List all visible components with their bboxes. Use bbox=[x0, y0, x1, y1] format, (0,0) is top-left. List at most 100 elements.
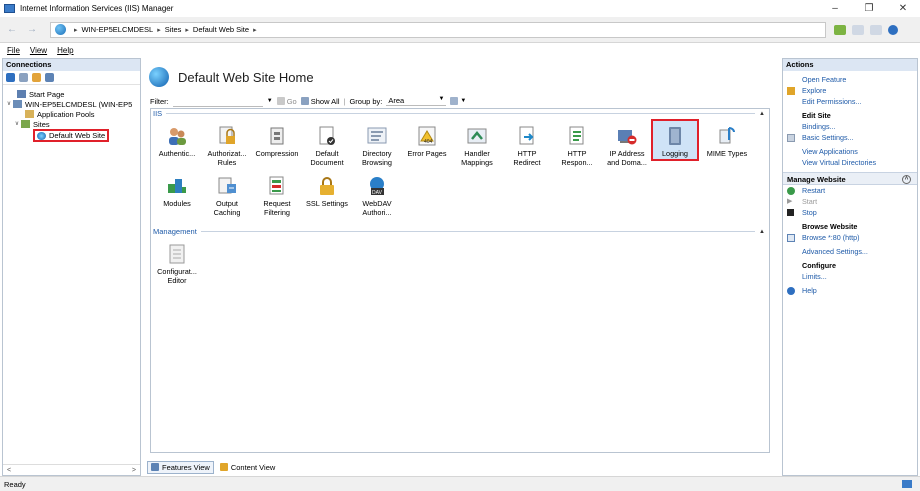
feature-directory-browsing[interactable]: Directory Browsing bbox=[353, 125, 401, 167]
save-icon[interactable] bbox=[19, 73, 28, 82]
manage-website-header[interactable]: Manage Website ˄ bbox=[783, 172, 917, 185]
feature-error-pages[interactable]: 404 Error Pages bbox=[403, 125, 451, 159]
collapse-icon[interactable]: ▲ bbox=[759, 229, 765, 235]
mail-icon[interactable] bbox=[852, 24, 864, 35]
tab-features-view[interactable]: Features View bbox=[147, 460, 214, 474]
action-view-virtual-directories[interactable]: View Virtual Directories bbox=[783, 157, 917, 168]
menu-help[interactable]: Help bbox=[57, 46, 73, 55]
tab-content-view[interactable]: Content View bbox=[217, 462, 278, 473]
group-header-iis[interactable]: IIS ▲ bbox=[153, 109, 765, 118]
feature-webdav-authoring[interactable]: DAV WebDAV Authori... bbox=[353, 175, 401, 217]
collapse-icon[interactable]: ˄ bbox=[902, 175, 911, 184]
maximize-button[interactable]: ❐ bbox=[852, 0, 886, 17]
feature-label: SSL Settings bbox=[306, 199, 348, 208]
action-stop[interactable]: Stop bbox=[783, 207, 917, 218]
go-button[interactable]: Go bbox=[276, 97, 297, 106]
menu-file[interactable]: File bbox=[7, 46, 20, 55]
feature-handler-mappings[interactable]: Handler Mappings bbox=[453, 125, 501, 167]
action-open-feature[interactable]: Open Feature bbox=[783, 74, 917, 85]
action-restart[interactable]: Restart bbox=[783, 185, 917, 196]
feature-mime-types[interactable]: MIME Types bbox=[703, 125, 751, 159]
feature-default-document[interactable]: Default Document bbox=[303, 125, 351, 167]
action-limits[interactable]: Limits... bbox=[783, 271, 917, 282]
warning-icon: 404 bbox=[416, 125, 438, 147]
feature-request-filtering[interactable]: Request Filtering bbox=[253, 175, 301, 217]
feature-ip-address-domain[interactable]: IP Address and Doma... bbox=[603, 125, 651, 167]
restart-icon bbox=[787, 187, 795, 195]
filter-input[interactable] bbox=[172, 96, 263, 107]
feature-ssl-settings[interactable]: SSL Settings bbox=[303, 175, 351, 209]
feature-label: Handler Mappings bbox=[461, 149, 493, 167]
scroll-right-icon[interactable]: > bbox=[132, 467, 136, 474]
breadcrumb-site[interactable]: Default Web Site bbox=[193, 25, 249, 34]
refresh-icon[interactable] bbox=[870, 24, 882, 35]
view-mode-icon bbox=[450, 97, 459, 105]
back-button[interactable]: ← bbox=[4, 22, 20, 38]
breadcrumb-sites[interactable]: Sites bbox=[165, 25, 182, 34]
play-icon: ▶ bbox=[787, 198, 793, 205]
disconnect-icon[interactable] bbox=[45, 73, 54, 82]
action-basic-settings[interactable]: Basic Settings... bbox=[783, 132, 917, 143]
action-browse-80[interactable]: Browse *:80 (http) bbox=[783, 232, 917, 243]
chevron-down-icon[interactable]: ∨ bbox=[13, 120, 21, 129]
tree-item-start-page[interactable]: Start Page bbox=[3, 89, 140, 99]
feature-output-caching[interactable]: Output Caching bbox=[203, 175, 251, 217]
network-icon bbox=[902, 480, 912, 488]
scroll-left-icon[interactable]: < bbox=[7, 467, 11, 474]
action-section-configure: Configure bbox=[802, 261, 836, 270]
browse-icon bbox=[787, 234, 795, 242]
tree-label: Sites bbox=[33, 119, 50, 129]
feature-http-response-headers[interactable]: HTTP Respon... bbox=[553, 125, 601, 167]
settings-icon bbox=[787, 134, 795, 142]
action-bindings[interactable]: Bindings... bbox=[783, 121, 917, 132]
feature-authorization-rules[interactable]: Authorizat... Rules bbox=[203, 125, 251, 167]
feature-configuration-editor[interactable]: Configurat... Editor bbox=[153, 243, 201, 285]
users-icon bbox=[166, 125, 188, 147]
selected-site-highlight[interactable]: Default Web Site bbox=[33, 129, 110, 142]
title-bar: Internet Information Services (IIS) Mana… bbox=[0, 0, 920, 17]
connections-pane: Connections Start Page ∨ WIN-EP5ELCMDESL… bbox=[2, 58, 141, 476]
close-button[interactable]: ✕ bbox=[886, 0, 920, 17]
globe-icon bbox=[37, 131, 46, 140]
action-help[interactable]: Help bbox=[783, 285, 917, 296]
chevron-down-icon[interactable]: ▼ bbox=[267, 98, 273, 104]
feature-logging[interactable]: Logging bbox=[651, 119, 699, 161]
group-header-management[interactable]: Management ▲ bbox=[153, 227, 765, 236]
feature-label: HTTP Respon... bbox=[561, 149, 593, 167]
action-edit-permissions[interactable]: Edit Permissions... bbox=[783, 96, 917, 107]
up-icon[interactable] bbox=[32, 73, 41, 82]
chevron-down-icon[interactable]: ∨ bbox=[5, 100, 13, 109]
tree-item-default-web-site[interactable]: Default Web Site bbox=[3, 129, 140, 142]
view-mode-button[interactable]: ▼ bbox=[450, 97, 466, 105]
tree-label: WIN-EP5ELCMDESL (WIN-EP5 bbox=[25, 99, 133, 109]
feature-http-redirect[interactable]: HTTP Redirect bbox=[503, 125, 551, 167]
minimize-button[interactable]: – bbox=[818, 0, 852, 17]
address-bar: ← → ▸ WIN-EP5ELCMDESL ▸ Sites ▸ Default … bbox=[0, 17, 920, 43]
connect-icon[interactable] bbox=[6, 73, 15, 82]
help-icon[interactable] bbox=[888, 24, 898, 35]
feature-authentication[interactable]: Authentic... bbox=[153, 125, 201, 159]
tree-item-sites[interactable]: ∨ Sites bbox=[3, 119, 140, 129]
connections-toolbar bbox=[3, 71, 140, 85]
tree-item-app-pools[interactable]: Application Pools bbox=[3, 109, 140, 119]
feature-modules[interactable]: Modules bbox=[153, 175, 201, 209]
group-by-select[interactable]: Area ▼ bbox=[386, 96, 447, 106]
horizontal-scrollbar[interactable]: < > bbox=[3, 464, 140, 475]
chevron-right-icon: ▸ bbox=[157, 26, 161, 34]
padlock-icon bbox=[316, 175, 338, 197]
breadcrumb-server[interactable]: WIN-EP5ELCMDESL bbox=[82, 25, 154, 34]
connect-icon[interactable] bbox=[834, 24, 846, 35]
menu-view[interactable]: View bbox=[30, 46, 47, 55]
chevron-right-icon: ▸ bbox=[253, 26, 257, 34]
show-all-button[interactable]: Show All bbox=[300, 97, 340, 106]
webdav-icon: DAV bbox=[366, 175, 388, 197]
action-view-applications[interactable]: View Applications bbox=[783, 146, 917, 157]
action-advanced-settings[interactable]: Advanced Settings... bbox=[783, 246, 917, 257]
breadcrumb[interactable]: ▸ WIN-EP5ELCMDESL ▸ Sites ▸ Default Web … bbox=[50, 21, 826, 38]
tree-item-server[interactable]: ∨ WIN-EP5ELCMDESL (WIN-EP5 bbox=[3, 99, 140, 109]
action-explore[interactable]: Explore bbox=[783, 85, 917, 96]
collapse-icon[interactable]: ▲ bbox=[759, 111, 765, 117]
forward-button[interactable]: → bbox=[24, 22, 40, 38]
tree-label: Default Web Site bbox=[49, 131, 106, 140]
feature-compression[interactable]: Compression bbox=[253, 125, 301, 159]
